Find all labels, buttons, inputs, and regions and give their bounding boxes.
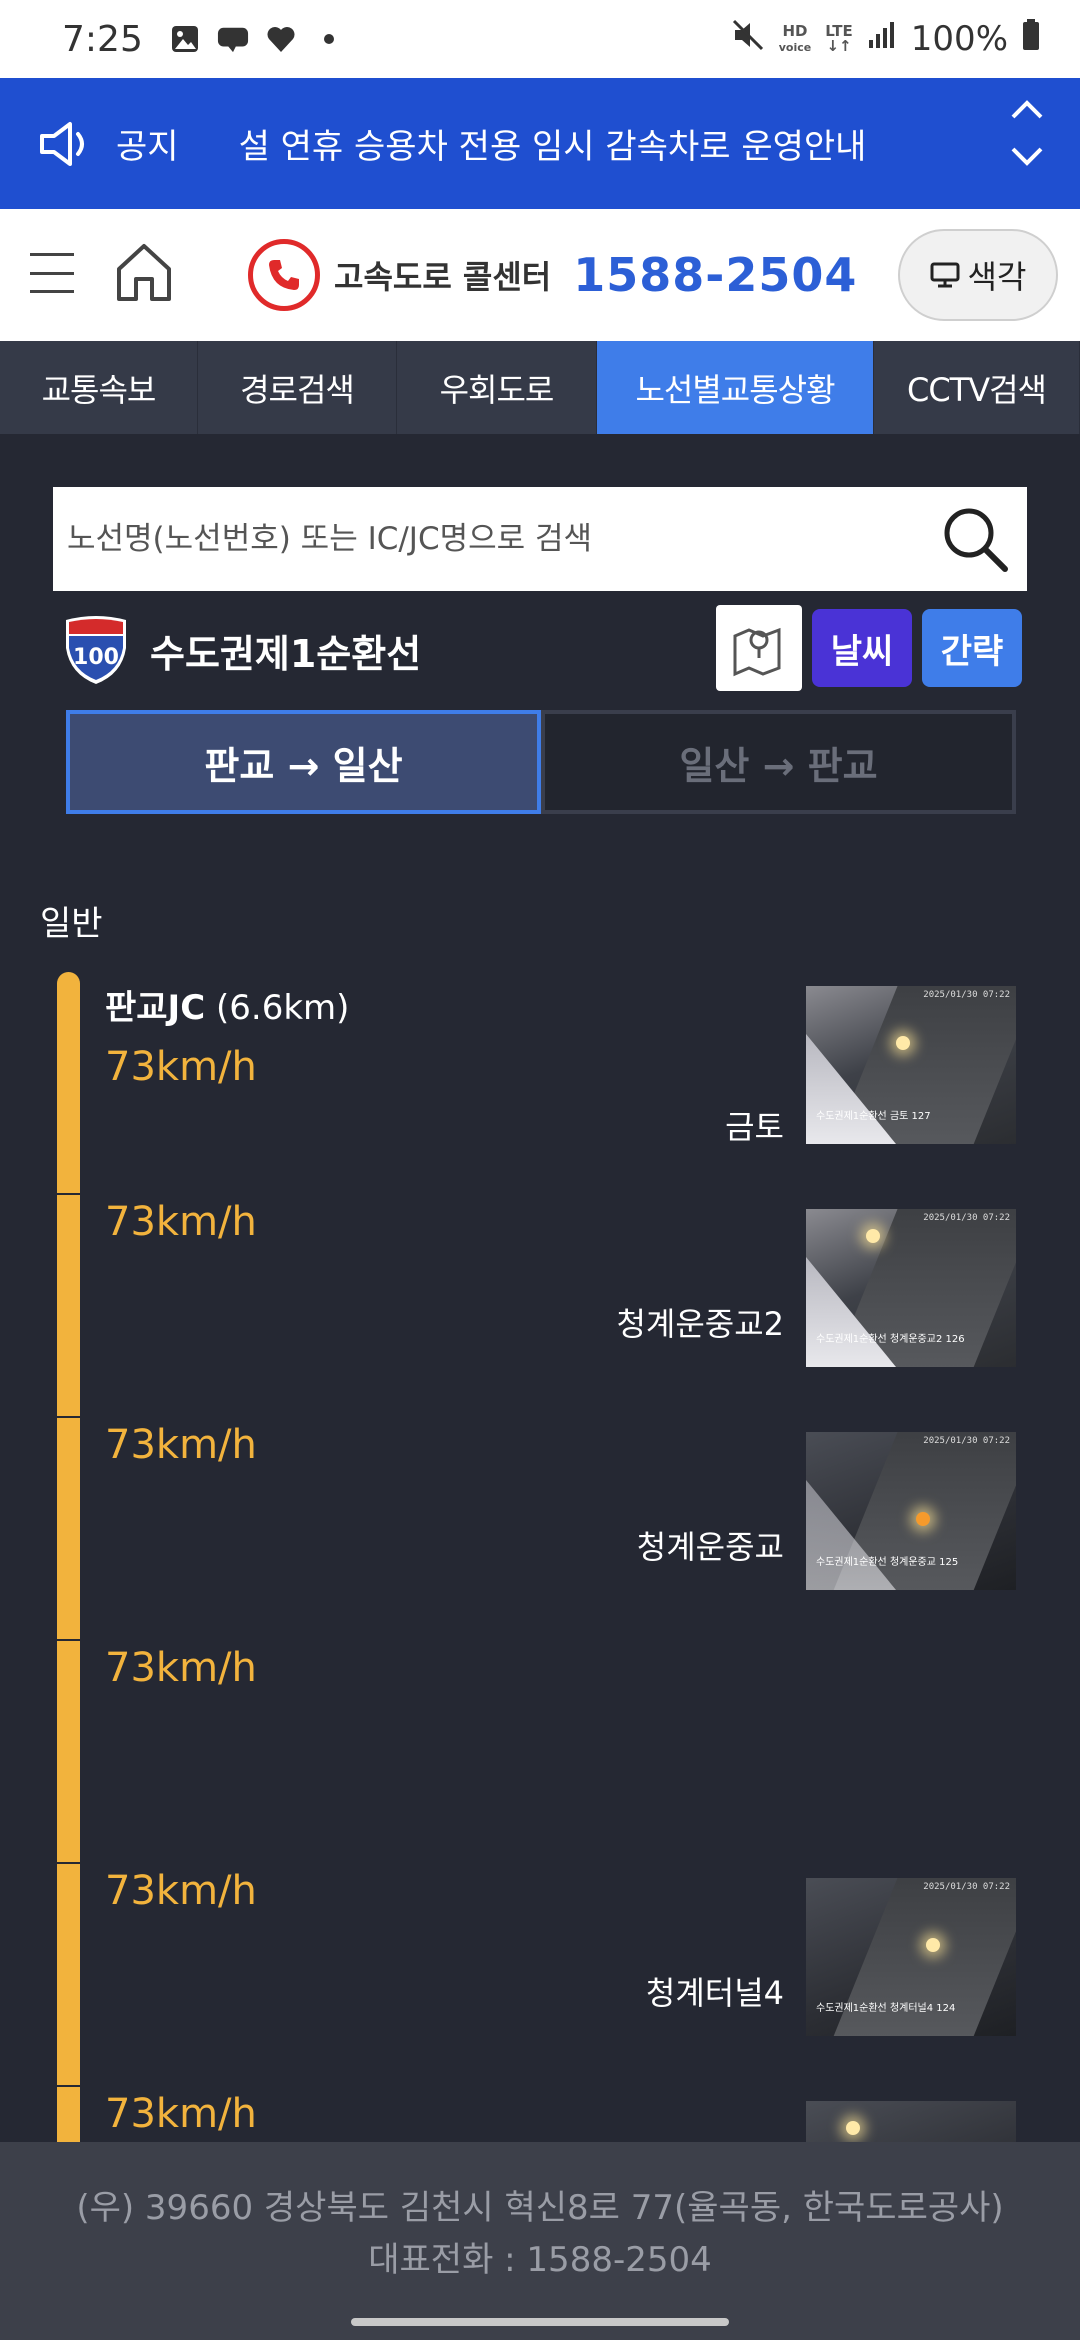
- speed-bar: [57, 2087, 80, 2142]
- cctv-label[interactable]: 금토: [725, 1102, 784, 1148]
- direction-ilsan-pangyo[interactable]: 일산 → 판교: [541, 710, 1016, 814]
- simple-view-button[interactable]: 간략: [922, 609, 1022, 687]
- segment-row: 73km/h 청계터널4 2025/01/30 07:22 수도권제1순환선 청…: [0, 1864, 1080, 2087]
- hamburger-menu-icon[interactable]: [30, 253, 74, 293]
- dot-icon: [313, 23, 345, 55]
- main-tabs: 교통속보 경로검색 우회도로 노선별교통상황 CCTV검색: [0, 341, 1080, 434]
- speed-bar: [57, 972, 80, 1193]
- route-shield-icon: 100: [62, 614, 130, 686]
- segment-speed: 73km/h: [105, 1044, 257, 1090]
- chevron-up-icon[interactable]: [1010, 98, 1044, 124]
- search-bar: [53, 487, 1027, 591]
- route-name: 수도권제1순환선: [150, 631, 422, 676]
- search-input[interactable]: [67, 521, 887, 557]
- map-icon: [733, 627, 781, 677]
- speed-bar: [57, 1195, 80, 1416]
- direction-toggle: 판교 → 일산 일산 → 판교: [66, 710, 1016, 814]
- hd-voice-icon: HD voice: [778, 21, 812, 54]
- segment-row: 73km/h 청계운중교 2025/01/30 07:22 수도권제1순환선 청…: [0, 1418, 1080, 1641]
- footer-address: (우) 39660 경상북도 김천시 혁신8로 77(율곡동, 한국도로공사) …: [76, 2188, 1004, 2280]
- status-time: 7:25: [62, 18, 143, 60]
- segment-row: 73km/h 청계운중교2 2025/01/30 07:22 수도권제1순환선 …: [0, 1195, 1080, 1418]
- segment-speed: 73km/h: [105, 1868, 257, 1914]
- mute-icon: [731, 18, 765, 61]
- notice-label: 공지: [116, 127, 179, 167]
- tab-route-search[interactable]: 경로검색: [198, 341, 397, 434]
- tab-cctv-search[interactable]: CCTV검색: [874, 341, 1080, 434]
- weather-button[interactable]: 날씨: [812, 609, 912, 687]
- signal-icon: [867, 19, 897, 59]
- home-indicator[interactable]: [351, 2318, 729, 2326]
- heart-icon: [265, 23, 297, 55]
- battery-percent: 100%: [910, 19, 1008, 59]
- svg-text:100: 100: [73, 645, 119, 670]
- segment-row: 판교JC (6.6km) 73km/h 금토 2025/01/30 07:22 …: [0, 972, 1080, 1195]
- notice-text[interactable]: 설 연휴 승용차 전용 임시 감속차로 운영안내: [239, 119, 867, 168]
- segment-list: 판교JC (6.6km) 73km/h 금토 2025/01/30 07:22 …: [0, 972, 1080, 2142]
- speed-bar: [57, 1641, 80, 1862]
- chevron-down-icon[interactable]: [1010, 146, 1044, 172]
- cctv-label[interactable]: 청계운중교: [637, 1522, 784, 1568]
- tab-traffic-news[interactable]: 교통속보: [0, 341, 198, 434]
- lte-icon: LTE ↓↑: [825, 22, 853, 55]
- cctv-label[interactable]: 청계터널4: [646, 1968, 784, 2014]
- speed-bar: [57, 1418, 80, 1639]
- speed-bar: [57, 1864, 80, 2085]
- segment-speed: 73km/h: [105, 1645, 257, 1691]
- color-vision-button[interactable]: 색각: [898, 229, 1058, 321]
- footer: (우) 39660 경상북도 김천시 혁신8로 77(율곡동, 한국도로공사) …: [0, 2142, 1080, 2340]
- segment-speed: 73km/h: [105, 2091, 257, 2137]
- color-button-label: 색각: [967, 258, 1027, 296]
- segment-row: 73km/h: [0, 1641, 1080, 1864]
- callcenter-number[interactable]: 1588-2504: [573, 248, 857, 302]
- battery-icon: [1022, 18, 1040, 60]
- tab-route-traffic[interactable]: 노선별교통상황: [597, 341, 874, 434]
- segment-row: 73km/h: [0, 2087, 1080, 2142]
- map-button[interactable]: [716, 605, 802, 691]
- callcenter-label: 고속도로 콜센터: [334, 258, 552, 296]
- search-icon[interactable]: [937, 501, 1013, 577]
- segment-speed: 73km/h: [105, 1199, 257, 1245]
- direction-pangyo-ilsan[interactable]: 판교 → 일산: [66, 710, 541, 814]
- status-bar: 7:25 HD voice LTE ↓↑ 100%: [0, 0, 1080, 78]
- tab-detour[interactable]: 우회도로: [397, 341, 597, 434]
- monitor-icon: [930, 262, 960, 288]
- cctv-thumbnail[interactable]: 2025/01/30 07:22 수도권제1순환선 청계운중교 125: [806, 1432, 1016, 1590]
- section-label: 일반: [40, 904, 103, 944]
- ic-name: 판교JC (6.6km): [105, 988, 350, 1028]
- cctv-label[interactable]: 청계운중교2: [616, 1299, 784, 1345]
- cctv-thumbnail[interactable]: 2025/01/30 07:22 수도권제1순환선 청계운중교2 126: [806, 1209, 1016, 1367]
- speaker-icon: [36, 114, 96, 174]
- gallery-icon: [169, 23, 201, 55]
- cctv-thumbnail[interactable]: [806, 2101, 1016, 2142]
- cctv-thumbnail[interactable]: 2025/01/30 07:22 수도권제1순환선 청계터널4 124: [806, 1878, 1016, 2036]
- callcenter[interactable]: 고속도로 콜센터 1588-2504: [248, 239, 857, 311]
- app-header: 고속도로 콜센터 1588-2504 색각: [0, 209, 1080, 341]
- home-icon[interactable]: [114, 241, 174, 303]
- cctv-thumbnail[interactable]: 2025/01/30 07:22 수도권제1순환선 금토 127: [806, 986, 1016, 1144]
- phone-icon: [248, 239, 320, 311]
- blog-icon: [217, 23, 249, 55]
- segment-speed: 73km/h: [105, 1422, 257, 1468]
- route-header: 100 수도권제1순환선 날씨 간략: [62, 605, 1022, 695]
- notice-bar[interactable]: 공지 설 연휴 승용차 전용 임시 감속차로 운영안내: [0, 78, 1080, 209]
